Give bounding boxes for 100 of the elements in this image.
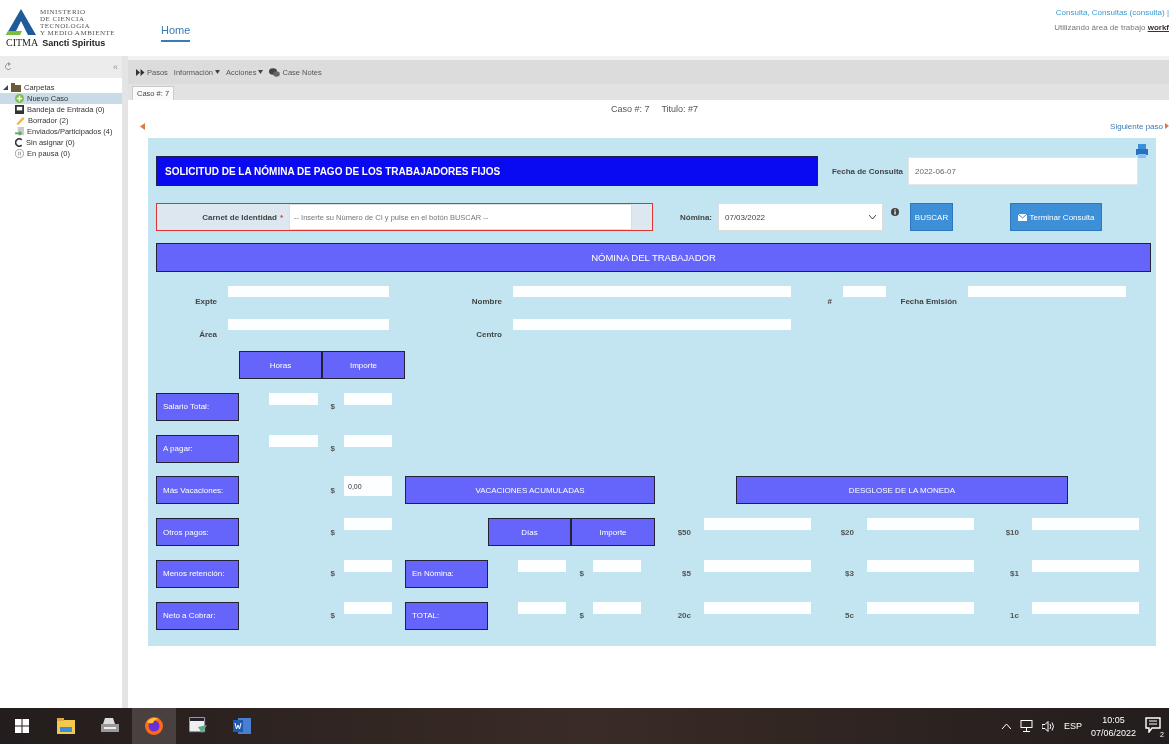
section-banner: VACACIONES ACUMULADAS [405,476,655,505]
field-label: Fecha Emisión [900,297,958,306]
denomination-field[interactable] [704,560,811,572]
denomination-label: 5c [844,611,854,621]
denomination-field[interactable] [1032,518,1139,531]
row-label: Salario Total: [156,392,239,421]
column-header: Días [488,518,571,547]
tray-icon [15,105,24,114]
field-label: Nómina: [679,212,712,222]
language-indicator[interactable]: ESP [1063,721,1082,731]
denomination-label: $50 [676,527,691,537]
row-label: Menos retención: [156,560,239,588]
currency-sign: $ [329,527,336,537]
nav-tab[interactable]: Home [161,24,191,42]
denomination-field[interactable] [1032,601,1139,614]
folder-icon [57,718,75,734]
denomination-label: $5 [681,569,691,579]
network-icon[interactable] [1019,720,1033,732]
currency-sign: $ [578,569,585,579]
denomination-field[interactable] [867,518,974,531]
denomination-label: $1 [1009,569,1019,579]
row-label: A pagar: [156,434,239,463]
column-header: Importe [322,351,405,379]
row-label: Otros pagos: [156,518,239,547]
form-title: SOLICITUD DE LA NÓMINA DE PAGO DE LOS TRABAJADORES FIJOS [156,156,818,186]
workspace-link[interactable]: workf [1147,23,1169,32]
date-field[interactable]: 2022-06-07 [908,157,1138,185]
previous-arrow-icon[interactable] [140,122,145,130]
field-label: Expte [195,297,218,306]
amount-field[interactable] [344,392,392,405]
plus-circle-icon [15,94,24,103]
denomination-label: 20c [676,611,691,621]
denomination-field[interactable] [1032,560,1139,572]
field-label: Nombre [471,297,503,306]
days-field[interactable] [518,601,566,614]
amount-field[interactable] [593,601,641,614]
info-icon[interactable] [891,208,899,216]
caret-icon [215,70,221,74]
currency-sign: $ [578,611,585,621]
section-banner: NÓMINA DEL TRABAJADOR [156,243,1151,272]
refresh-icon[interactable] [4,62,12,72]
text-field[interactable] [968,286,1126,297]
terminal-window-icon [189,717,207,735]
hours-field[interactable] [269,392,318,405]
amount-field[interactable] [344,601,392,614]
currency-sign: $ [329,569,336,579]
case-number: Caso #: 7 [610,104,650,114]
field-label: # [827,297,833,306]
logo-icon [6,8,36,35]
text-field[interactable] [513,319,791,330]
column-header: Importe [571,518,655,547]
column-header: Horas [239,351,322,379]
double-arrow-icon [136,68,145,76]
denomination-label: 1c [1009,611,1019,621]
workspace-text: Utilizando área de trabajo workf [1054,23,1169,32]
denomination-label: $3 [844,569,854,579]
field-label: Área [199,330,218,339]
currency-sign: $ [329,444,336,454]
word-icon [233,717,251,735]
hours-field[interactable] [269,434,318,447]
clock[interactable]: 10:05 07/06/2022 [1090,714,1136,738]
denomination-field[interactable] [867,560,974,572]
field-label: Fecha de Consulta [830,166,903,176]
arrow-right-icon [1165,123,1169,129]
denomination-field[interactable] [704,601,811,614]
row-label: TOTAL: [405,601,488,630]
currency-sign: $ [329,402,336,412]
printer-icon [101,718,119,734]
payroll-select[interactable]: 07/03/2022 [718,203,883,231]
speaker-icon[interactable] [1041,720,1055,732]
case-title: Titulo: #7 [661,104,699,114]
hook-icon [15,138,23,147]
currency-sign: $ [329,611,336,621]
section-banner: DESGLOSE DE LA MONEDA [736,476,1068,505]
chevron-down-icon [869,214,876,220]
denomination-label: $10 [1004,527,1019,537]
text-field[interactable] [228,286,389,297]
text-field[interactable] [843,286,886,297]
caret-icon [258,70,264,74]
row-label: Más Vacaciones: [156,476,239,505]
envelope-icon [1017,213,1027,221]
logo-brand: CITMA [6,36,39,48]
days-field[interactable] [518,560,566,572]
amount-field[interactable] [344,434,392,447]
denomination-label: $20 [839,527,854,537]
text-field[interactable] [228,319,389,330]
denomination-field[interactable] [867,601,974,614]
denomination-field[interactable] [704,518,811,531]
amount-field[interactable] [344,518,392,531]
expanded-triangle-icon[interactable] [3,85,8,90]
currency-sign: $ [329,485,336,495]
printer-icon[interactable] [1136,144,1148,158]
amount-field[interactable] [344,560,392,572]
chevron-up-icon[interactable] [1001,723,1011,729]
next-step-link[interactable]: Siguiente paso [1110,121,1169,131]
amount-field[interactable] [593,560,641,572]
text-field[interactable] [513,286,791,297]
field-label: Centro [476,330,503,339]
pencil-icon [15,116,25,125]
folder-icon [11,83,21,92]
